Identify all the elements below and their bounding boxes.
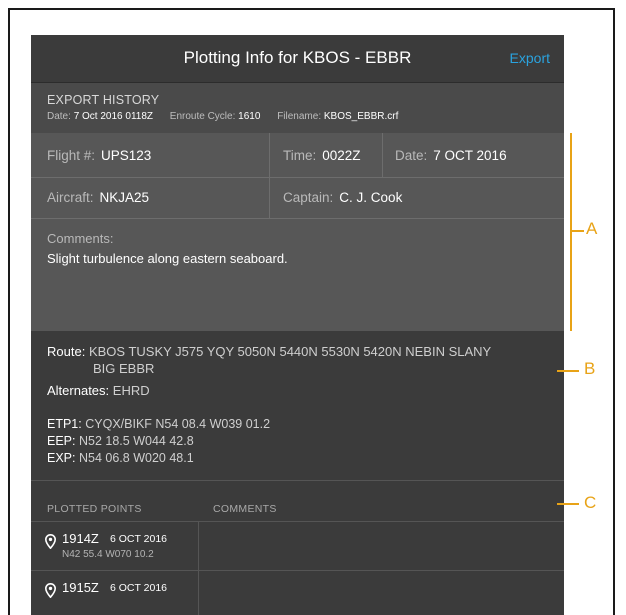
- date-label: Date:: [395, 148, 428, 163]
- point-date: 6 OCT 2016: [110, 533, 168, 545]
- flight-form: Flight #: UPS123 Time: 0022Z Date: 7 OCT 20…: [31, 133, 564, 331]
- callout-a-bracket: [570, 133, 572, 331]
- alternates-value: EHRD: [112, 383, 150, 398]
- etp-info: ETP1: CYQX/BIKF N54 08.4 W039 01.2 EEP: …: [47, 416, 270, 467]
- column-divider: [198, 571, 199, 615]
- aircraft-value: NKJA25: [99, 190, 150, 205]
- date-value: 7 Oct 2016 0118Z: [73, 111, 153, 122]
- form-divider: [31, 218, 564, 219]
- callout-a-tick: [570, 230, 584, 232]
- date-label: Date:: [47, 111, 71, 122]
- flight-number-value: UPS123: [101, 148, 152, 163]
- point-date: 6 OCT 2016: [110, 582, 168, 594]
- route-label: Route:: [47, 344, 86, 359]
- plotted-point-row[interactable]: 1915Z 6 OCT 2016: [31, 570, 564, 615]
- date-value: 7 OCT 2016: [433, 148, 507, 163]
- form-divider: [269, 133, 270, 218]
- export-button[interactable]: Export: [510, 50, 550, 66]
- column-divider: [198, 522, 199, 570]
- comments-label: Comments:: [47, 231, 114, 246]
- alternates: Alternates: EHRD: [47, 383, 150, 398]
- aircraft-field[interactable]: Aircraft: NKJA25: [47, 190, 149, 205]
- comments-field[interactable]: Slight turbulence along eastern seaboard…: [47, 251, 288, 266]
- page-title: Plotting Info for KBOS - EBBR: [183, 48, 412, 67]
- filename-value: KBOS_EBBR.crf: [323, 111, 399, 122]
- cycle-value: 1610: [238, 111, 261, 122]
- time-field[interactable]: Time: 0022Z: [283, 148, 361, 163]
- panel-header: Plotting Info for KBOS - EBBR Export: [31, 35, 564, 83]
- map-pin-icon: [45, 534, 56, 549]
- time-label: Time:: [283, 148, 317, 163]
- eep-label: EEP:: [47, 434, 76, 448]
- aircraft-label: Aircraft:: [47, 190, 94, 205]
- plotted-points-header: PLOTTED POINTS: [47, 503, 142, 515]
- filename-label: Filename:: [277, 111, 322, 122]
- alternates-label: Alternates:: [47, 383, 110, 398]
- plotted-point-row[interactable]: 1914Z 6 OCT 2016 N42 55.4 W070 10.2: [31, 521, 564, 570]
- captain-label: Captain:: [283, 190, 334, 205]
- section-divider: [31, 480, 564, 481]
- flight-number-label: Flight #:: [47, 148, 96, 163]
- route-value-continued: BIG EBBR: [93, 361, 155, 376]
- date-field[interactable]: Date: 7 OCT 2016: [395, 148, 507, 163]
- map-pin-icon: [45, 583, 56, 598]
- flight-number-field[interactable]: Flight #: UPS123: [47, 148, 151, 163]
- captain-value: C. J. Cook: [339, 190, 403, 205]
- cycle-label: Enroute Cycle:: [169, 111, 236, 122]
- time-value: 0022Z: [322, 148, 361, 163]
- captain-field[interactable]: Captain: C. J. Cook: [283, 190, 402, 205]
- etp1-value: CYQX/BIKF N54 08.4 W039 01.2: [85, 417, 271, 431]
- eep-value: N52 18.5 W044 42.8: [78, 434, 194, 448]
- point-coordinates: N42 55.4 W070 10.2: [62, 549, 154, 560]
- plotting-info-panel: Plotting Info for KBOS - EBBR Export EXP…: [31, 35, 564, 615]
- callout-b-label: B: [584, 359, 596, 378]
- form-divider: [31, 177, 564, 178]
- point-time: 1914Z: [62, 531, 99, 546]
- callout-c-line: [557, 503, 579, 505]
- route-info: Route: KBOS TUSKY J575 YQY 5050N 5440N 5…: [47, 343, 547, 377]
- etp1-label: ETP1:: [47, 417, 82, 431]
- callout-a-label: A: [586, 219, 598, 238]
- exp-value: N54 06.8 W020 48.1: [78, 451, 194, 465]
- route-value: KBOS TUSKY J575 YQY 5050N 5440N 5530N 54…: [88, 344, 492, 359]
- point-time: 1915Z: [62, 580, 99, 595]
- callout-c-label: C: [584, 493, 597, 512]
- export-history: EXPORT HISTORY Date: 7 Oct 2016 0118Z En…: [31, 83, 564, 133]
- export-history-meta: Date: 7 Oct 2016 0118Z Enroute Cycle: 16…: [47, 111, 398, 122]
- exp-label: EXP:: [47, 451, 76, 465]
- form-divider: [382, 133, 383, 177]
- export-history-heading: EXPORT HISTORY: [47, 93, 160, 107]
- comments-column-header: COMMENTS: [213, 503, 277, 515]
- callout-b-line: [557, 370, 579, 372]
